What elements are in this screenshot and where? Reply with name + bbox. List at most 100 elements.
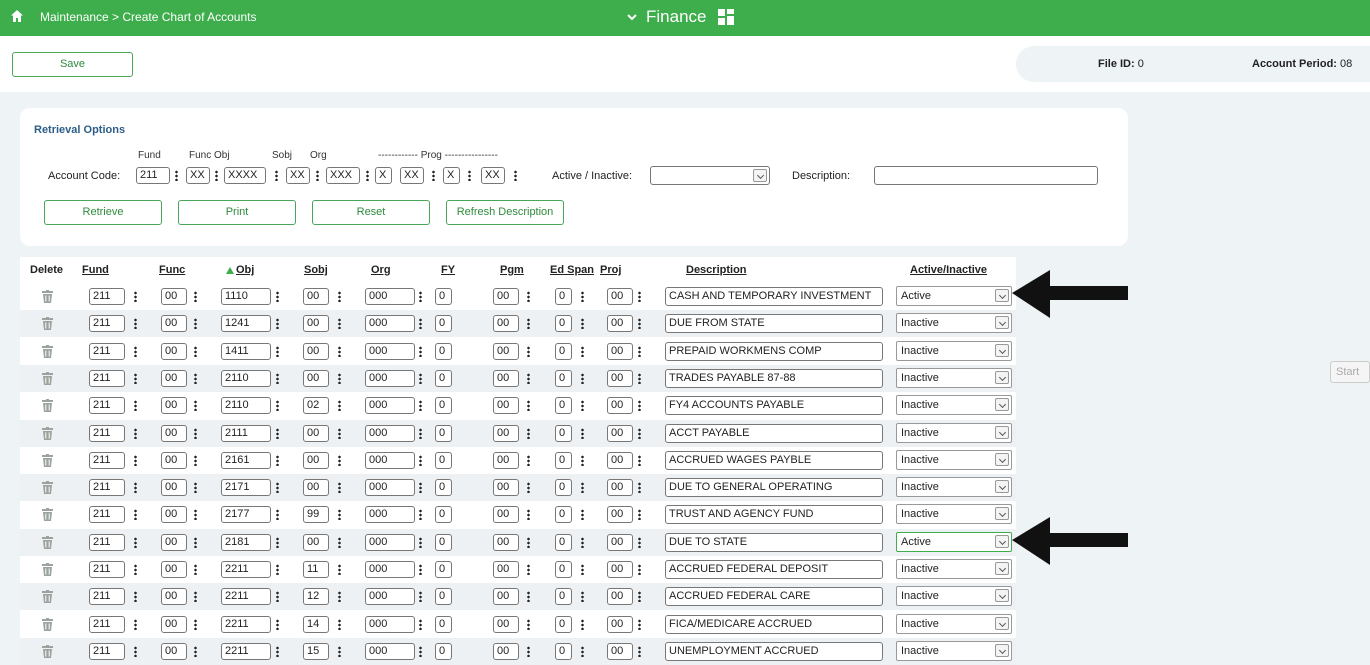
org-cell[interactable]: 000 <box>365 369 415 387</box>
lookup-icon[interactable] <box>638 427 641 439</box>
lookup-icon[interactable] <box>175 170 178 181</box>
retrieve-button[interactable]: Retrieve <box>44 200 162 225</box>
lookup-icon[interactable] <box>276 291 279 302</box>
func-cell[interactable]: 00 <box>161 451 187 469</box>
trash-icon[interactable] <box>42 371 53 385</box>
pgm-cell[interactable]: 00 <box>493 342 519 360</box>
lookup-icon[interactable] <box>134 482 137 494</box>
pgm-cell[interactable]: 00 <box>493 424 519 442</box>
lookup-icon[interactable] <box>419 400 422 412</box>
lookup-icon[interactable] <box>366 170 369 181</box>
lookup-icon[interactable] <box>276 400 279 412</box>
proj-cell[interactable]: 00 <box>607 451 633 469</box>
fund-cell[interactable]: 211 <box>89 642 125 660</box>
pgm-cell[interactable]: 00 <box>493 615 519 633</box>
lookup-icon[interactable] <box>134 427 137 439</box>
lookup-icon[interactable] <box>527 427 530 439</box>
description-cell[interactable]: ACCRUED FEDERAL CARE <box>665 587 883 607</box>
func-cell[interactable]: 00 <box>161 615 187 633</box>
description-cell[interactable]: FICA/MEDICARE ACCRUED <box>665 614 883 634</box>
status-select[interactable]: Inactive <box>896 395 1012 416</box>
col-pgm[interactable]: Pgm <box>500 264 524 276</box>
lookup-icon[interactable] <box>338 291 341 302</box>
org-cell[interactable]: 000 <box>365 424 415 442</box>
lookup-icon[interactable] <box>215 170 218 181</box>
ed-cell[interactable]: 0 <box>555 451 572 469</box>
func-cell[interactable]: 00 <box>161 533 187 551</box>
grid-icon[interactable] <box>718 9 735 25</box>
col-ed-span[interactable]: Ed Span <box>550 264 594 276</box>
lookup-icon[interactable] <box>134 645 137 657</box>
fund-cell[interactable]: 211 <box>89 397 125 415</box>
lookup-icon[interactable] <box>419 564 422 575</box>
sobj-cell[interactable]: 02 <box>303 397 329 415</box>
sobj-field[interactable]: XX <box>286 167 310 184</box>
lookup-icon[interactable] <box>338 372 341 384</box>
proj-cell[interactable]: 00 <box>607 315 633 333</box>
ed-cell[interactable]: 0 <box>555 506 572 524</box>
lookup-icon[interactable] <box>638 345 641 357</box>
org-cell[interactable]: 000 <box>365 533 415 551</box>
refresh-description-button[interactable]: Refresh Description <box>446 200 564 225</box>
obj-cell[interactable]: 2111 <box>221 424 271 442</box>
lookup-icon[interactable] <box>638 482 641 494</box>
proj-cell[interactable]: 00 <box>607 588 633 606</box>
ed-cell[interactable]: 0 <box>555 342 572 360</box>
lookup-icon[interactable] <box>419 372 422 384</box>
fund-cell[interactable]: 211 <box>89 342 125 360</box>
org-field[interactable]: XXX <box>326 167 360 184</box>
col-proj[interactable]: Proj <box>600 264 621 276</box>
proj-cell[interactable]: 00 <box>607 369 633 387</box>
fy-cell[interactable]: 0 <box>435 533 452 551</box>
sobj-cell[interactable]: 00 <box>303 369 329 387</box>
lookup-icon[interactable] <box>638 318 641 330</box>
lookup-icon[interactable] <box>527 645 530 657</box>
fy-cell[interactable]: 0 <box>435 506 452 524</box>
lookup-icon[interactable] <box>338 564 341 575</box>
module-selector[interactable]: Finance <box>626 7 735 27</box>
org-cell[interactable]: 000 <box>365 588 415 606</box>
sobj-cell[interactable]: 00 <box>303 451 329 469</box>
active-inactive-select[interactable] <box>650 166 770 185</box>
org-cell[interactable]: 000 <box>365 642 415 660</box>
lookup-icon[interactable] <box>194 400 197 412</box>
fund-cell[interactable]: 211 <box>89 288 125 305</box>
status-select[interactable]: Inactive <box>896 477 1012 498</box>
proj-cell[interactable]: 00 <box>607 397 633 415</box>
lookup-icon[interactable] <box>638 454 641 466</box>
trash-icon[interactable] <box>42 563 53 576</box>
lookup-icon[interactable] <box>276 318 279 330</box>
pgm-cell[interactable]: 00 <box>493 479 519 497</box>
lookup-icon[interactable] <box>527 536 530 548</box>
lookup-icon[interactable] <box>527 618 530 630</box>
lookup-icon[interactable] <box>338 345 341 357</box>
proj-cell[interactable]: 00 <box>607 424 633 442</box>
lookup-icon[interactable] <box>581 345 584 357</box>
ed-cell[interactable]: 0 <box>555 369 572 387</box>
lookup-icon[interactable] <box>338 400 341 412</box>
lookup-icon[interactable] <box>432 170 435 181</box>
col-active-inactive[interactable]: Active/Inactive <box>910 264 987 276</box>
lookup-icon[interactable] <box>276 345 279 357</box>
trash-icon[interactable] <box>42 617 53 631</box>
lookup-icon[interactable] <box>581 618 584 630</box>
lookup-icon[interactable] <box>514 170 517 181</box>
save-button[interactable]: Save <box>12 52 133 77</box>
status-select[interactable]: Inactive <box>896 422 1012 443</box>
lookup-icon[interactable] <box>638 536 641 548</box>
org-cell[interactable]: 000 <box>365 288 415 305</box>
description-cell[interactable]: ACCRUED WAGES PAYBLE <box>665 450 883 470</box>
proj-cell[interactable]: 00 <box>607 615 633 633</box>
description-cell[interactable]: UNEMPLOYMENT ACCRUED <box>665 641 883 661</box>
org-cell[interactable]: 000 <box>365 397 415 415</box>
lookup-icon[interactable] <box>194 564 197 575</box>
ed-cell[interactable]: 0 <box>555 588 572 606</box>
lookup-icon[interactable] <box>276 372 279 384</box>
trash-icon[interactable] <box>42 508 53 522</box>
sobj-cell[interactable]: 00 <box>303 533 329 551</box>
org-cell[interactable]: 000 <box>365 561 415 578</box>
lookup-icon[interactable] <box>276 536 279 548</box>
col-fy[interactable]: FY <box>441 264 455 276</box>
pgm-field[interactable]: XX <box>400 167 424 184</box>
lookup-icon[interactable] <box>338 427 341 439</box>
